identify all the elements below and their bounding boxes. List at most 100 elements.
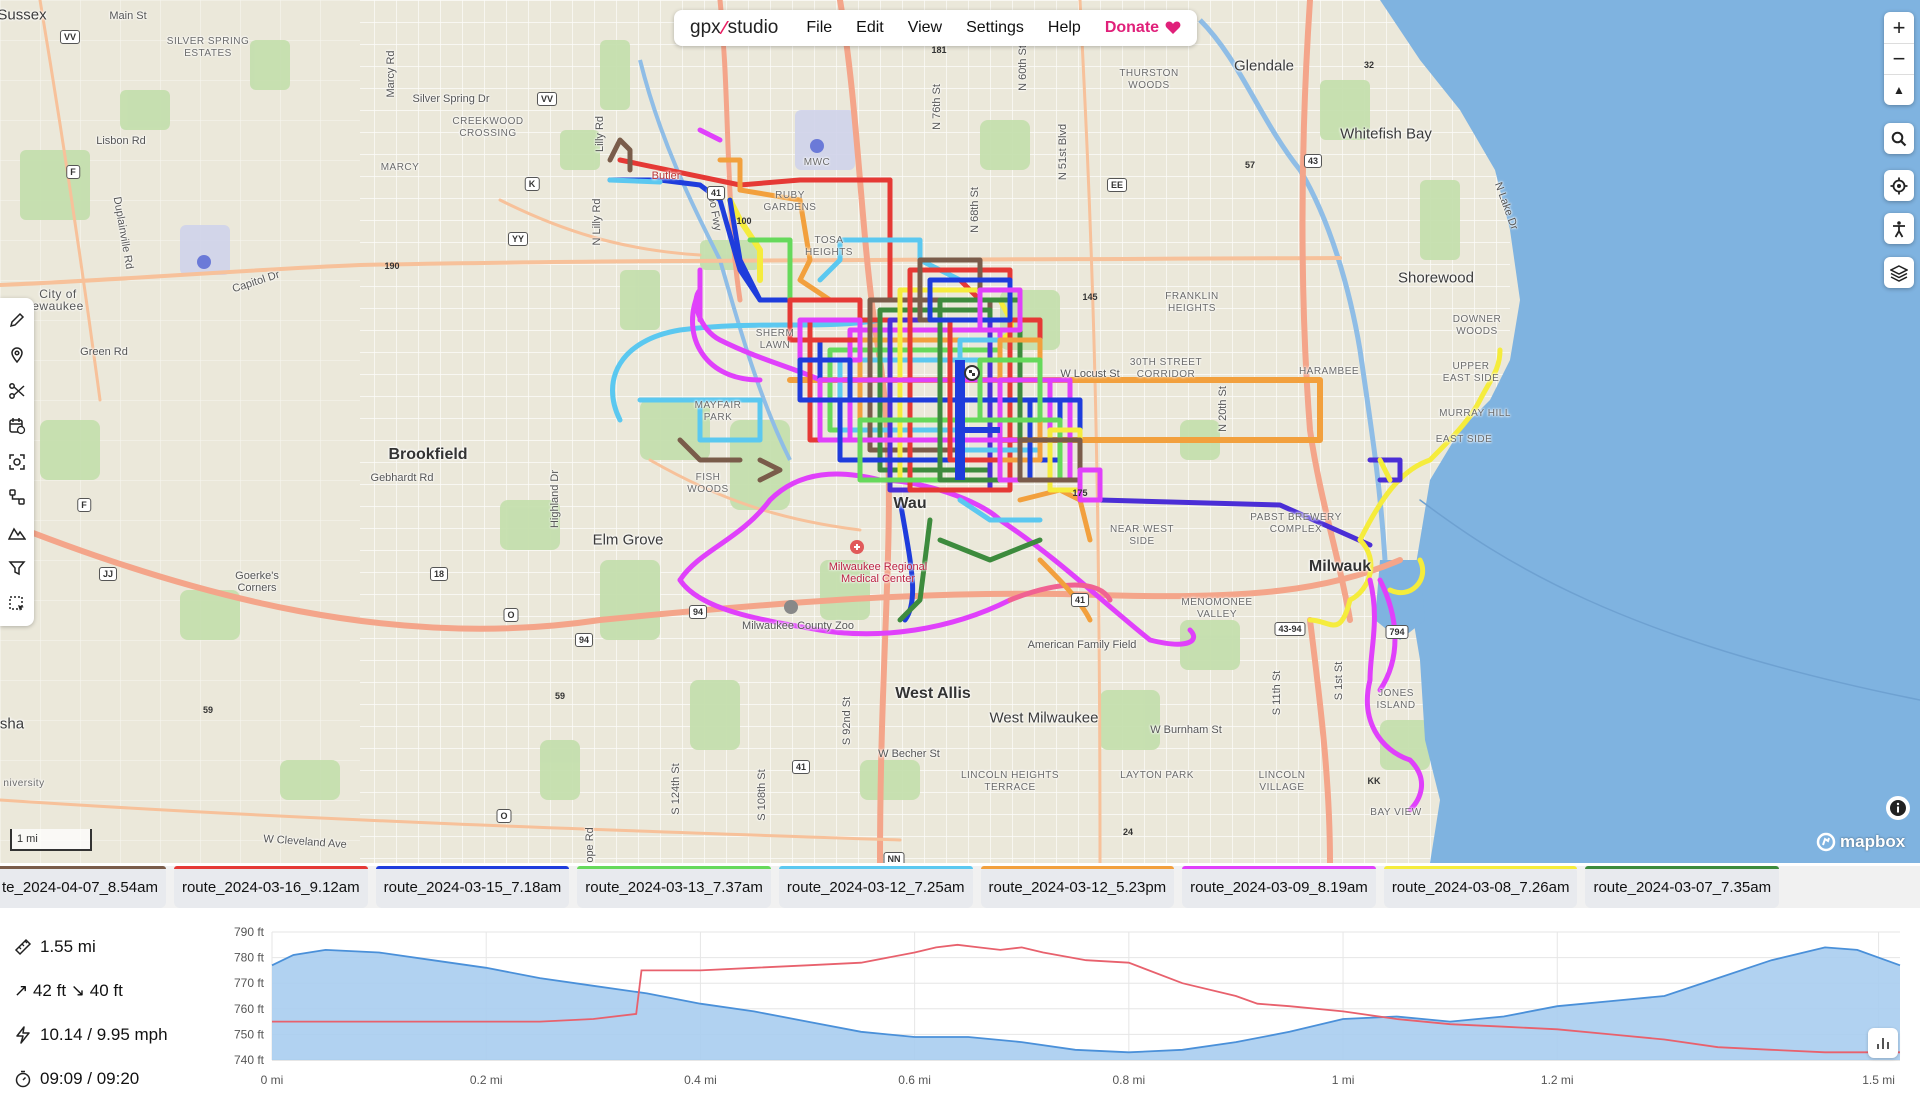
tab-label: route_2024-03-16_9.12am bbox=[181, 878, 360, 896]
app-logo[interactable]: gpx ⁄ studio bbox=[690, 17, 778, 39]
ruler-icon bbox=[14, 938, 32, 956]
city-label: Glendale bbox=[1233, 57, 1295, 75]
route-shield: 59 bbox=[554, 691, 566, 701]
road-label: Silver Spring Dr bbox=[412, 93, 490, 105]
neighborhood-label: MURRAY HILL bbox=[1439, 408, 1511, 419]
tab-label: route_2024-03-12_5.23pm bbox=[988, 878, 1167, 896]
file-tab[interactable]: route_2024-03-07_7.35am bbox=[1585, 866, 1780, 908]
donate-button[interactable]: Donate bbox=[1105, 19, 1181, 37]
route-shield: 100 bbox=[736, 216, 752, 226]
neighborhood-label: SHERM LAWN bbox=[755, 328, 795, 351]
neighborhood-label: MARCY bbox=[380, 162, 420, 173]
calendar-clock-icon bbox=[9, 418, 26, 435]
file-tab[interactable]: route_2024-03-16_9.12am bbox=[173, 866, 368, 908]
x-tick-label: 1.2 mi bbox=[1541, 1073, 1574, 1087]
zap-icon bbox=[16, 1026, 30, 1044]
road-label: Marcy Rd bbox=[385, 50, 397, 98]
neighborhood-label: EAST SIDE bbox=[1435, 434, 1493, 445]
menu-edit[interactable]: Edit bbox=[856, 19, 884, 37]
locate-button[interactable] bbox=[1884, 170, 1914, 201]
tab-color-bar bbox=[173, 866, 368, 869]
neighborhood-label: FRANKLIN HEIGHTS bbox=[1165, 291, 1219, 314]
road-label: S 108th St bbox=[756, 769, 768, 821]
neighborhood-label: City of ewaukee bbox=[32, 287, 84, 313]
city-label: West Allis bbox=[895, 685, 971, 702]
y-tick-label: 740 ft bbox=[234, 1053, 265, 1067]
road-label: S 92nd St bbox=[841, 696, 853, 746]
logo-slash-icon: ⁄ bbox=[722, 17, 726, 38]
neighborhood-label: LAYTON PARK bbox=[1120, 770, 1194, 781]
elevation-profile-chart[interactable]: 790 ft 780 ft 770 ft 760 ft 750 ft 740 ft 0 m… bbox=[210, 922, 1910, 1092]
file-tab[interactable]: route_2024-03-08_7.26am bbox=[1383, 866, 1578, 908]
mapbox-logo-icon bbox=[1816, 832, 1836, 852]
donate-label: Donate bbox=[1104, 19, 1160, 36]
locate-control bbox=[1884, 170, 1914, 201]
search-icon bbox=[1891, 131, 1907, 146]
x-tick-label: 1 mi bbox=[1332, 1073, 1355, 1087]
zoom-out-button[interactable]: − bbox=[1884, 43, 1914, 74]
neighborhood-label: MAYFAIR PARK bbox=[694, 400, 742, 423]
menu-settings[interactable]: Settings bbox=[966, 19, 1024, 37]
elevation-value: ↗ 42 ft ↘ 40 ft bbox=[14, 981, 123, 1000]
menu-file[interactable]: File bbox=[806, 19, 832, 37]
tab-label: route_2024-03-12_7.25am bbox=[786, 878, 965, 896]
street-view-button[interactable] bbox=[1884, 213, 1914, 244]
layers-button[interactable] bbox=[1884, 257, 1914, 288]
time-tool-button[interactable] bbox=[0, 409, 34, 445]
search-button[interactable] bbox=[1884, 123, 1914, 154]
street-view-icon bbox=[1893, 220, 1905, 237]
road-label: N 20th St bbox=[1217, 386, 1229, 432]
neighborhood-label: FISH WOODS bbox=[687, 472, 729, 495]
timer-icon bbox=[15, 1070, 31, 1088]
menu-view[interactable]: View bbox=[908, 19, 942, 37]
menu-help[interactable]: Help bbox=[1048, 19, 1081, 37]
city-label: Whitefish Bay bbox=[1340, 125, 1432, 143]
file-tab[interactable]: route_2024-03-15_7.18am bbox=[375, 866, 570, 908]
scan-tool-button[interactable] bbox=[0, 444, 34, 480]
zoom-in-button[interactable]: + bbox=[1884, 12, 1914, 43]
select-tool-button[interactable] bbox=[0, 586, 34, 622]
tab-color-bar bbox=[1383, 866, 1578, 869]
waypoint-tool-button[interactable] bbox=[0, 338, 34, 374]
file-tab[interactable]: te_2024-04-07_8.54am bbox=[0, 866, 166, 908]
map-pin-icon bbox=[11, 347, 23, 364]
neighborhood-label: PABST BREWERY COMPLEX bbox=[1250, 512, 1342, 535]
road-label: Main St bbox=[109, 10, 147, 22]
elevation-stat: ↗ 42 ft ↘ 40 ft bbox=[14, 969, 214, 1013]
info-button[interactable] bbox=[1886, 796, 1910, 820]
mapbox-attribution[interactable]: mapbox bbox=[1816, 832, 1905, 852]
select-box-icon bbox=[9, 596, 24, 611]
map-canvas[interactable]: Brookfield Elm Grove West Allis West Mil… bbox=[0, 0, 1920, 863]
road-label: Gebhardt Rd bbox=[370, 472, 434, 484]
city-label: West Milwaukee bbox=[989, 709, 1099, 727]
tab-color-bar bbox=[1585, 866, 1780, 869]
x-tick-label: 0.4 mi bbox=[684, 1073, 717, 1087]
filter-tool-button[interactable] bbox=[0, 551, 34, 587]
file-tab[interactable]: route_2024-03-12_7.25am bbox=[778, 866, 973, 908]
city-label: Elm Grove bbox=[592, 531, 664, 549]
pencil-tool-button[interactable] bbox=[0, 302, 34, 338]
file-tab[interactable]: route_2024-03-12_5.23pm bbox=[980, 866, 1175, 908]
elevation-tool-button[interactable] bbox=[0, 515, 34, 551]
tab-color-bar bbox=[375, 866, 570, 869]
scissors-icon bbox=[9, 382, 25, 399]
file-tab[interactable]: route_2024-03-13_7.37am bbox=[577, 866, 771, 908]
city-label: Sussex bbox=[0, 6, 47, 24]
compass-button[interactable]: ▲ bbox=[1884, 74, 1914, 105]
route-tool-button[interactable] bbox=[0, 480, 34, 516]
road-label: S 11th St bbox=[1271, 670, 1283, 716]
chart-series bbox=[271, 943, 1901, 1060]
scissors-tool-button[interactable] bbox=[0, 373, 34, 409]
chart-y-ticks: 790 ft 780 ft 770 ft 760 ft 750 ft 740 ft bbox=[234, 925, 265, 1067]
filter-icon bbox=[8, 561, 26, 576]
file-tab[interactable]: route_2024-03-09_8.19am bbox=[1182, 866, 1376, 908]
route-shield: VV bbox=[59, 30, 81, 44]
route-shield: 59 bbox=[202, 705, 214, 715]
chart-settings-button[interactable] bbox=[1868, 1028, 1898, 1058]
poi-label: Milwaukee Regional Medical Center bbox=[828, 561, 928, 585]
neighborhood-label: BAY VIEW bbox=[1370, 807, 1422, 818]
road-label: N 51st Blvd bbox=[1057, 123, 1069, 181]
layers-icon bbox=[1890, 264, 1908, 282]
route-shield: 41 bbox=[791, 760, 811, 774]
route-shield: 43 bbox=[1303, 154, 1323, 168]
